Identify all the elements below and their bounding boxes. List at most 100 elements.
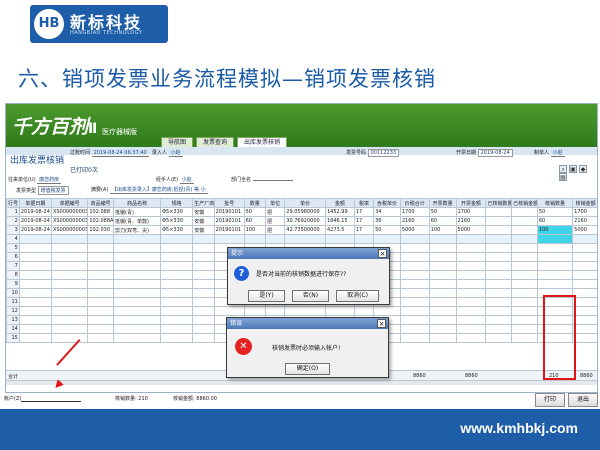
table-cell[interactable]: 60	[536, 216, 574, 226]
account-input[interactable]	[21, 397, 82, 402]
column-header[interactable]: 商品名称	[113, 198, 162, 208]
table-cell: 1846.15	[324, 216, 355, 226]
table-cell[interactable]	[428, 234, 457, 244]
table-cell	[572, 297, 597, 307]
invoice-type-select[interactable]: 增值税发票	[37, 186, 69, 195]
column-header[interactable]: 已核销数量	[485, 198, 513, 208]
column-header[interactable]: 单价	[284, 198, 326, 208]
table-cell	[50, 324, 89, 334]
tab-invoice-query[interactable]: 发票查询	[196, 137, 235, 147]
table-cell[interactable]	[192, 234, 215, 244]
column-header[interactable]: 价税合计	[399, 198, 430, 208]
print-button[interactable]: 打印	[535, 393, 565, 407]
exit-button[interactable]: 退出	[568, 393, 598, 407]
horizontal-scrollbar[interactable]	[6, 380, 597, 385]
yes-button[interactable]: 是(Y)	[248, 290, 285, 302]
table-cell[interactable]	[353, 234, 375, 244]
table-cell	[511, 243, 538, 253]
column-header[interactable]: 生产厂商	[192, 198, 215, 208]
table-cell[interactable]	[160, 234, 194, 244]
column-header[interactable]: 单据编号	[50, 198, 89, 208]
table-row[interactable]: 12	[6, 306, 597, 316]
column-header[interactable]: 核销金额	[572, 198, 597, 208]
table-cell[interactable]	[87, 234, 115, 244]
column-header[interactable]: 数量	[243, 198, 267, 208]
table-cell[interactable]	[243, 234, 267, 244]
table-cell[interactable]	[213, 234, 245, 244]
table-cell: 2019-08-24	[18, 216, 52, 226]
tab-invoice-writeoff[interactable]: 出库发票核销	[237, 137, 288, 147]
column-header[interactable]: 批号	[213, 198, 245, 208]
table-cell	[511, 315, 538, 325]
writeoff-qty-label: 核销数量:	[115, 396, 137, 402]
column-header[interactable]: 含税单价	[373, 198, 401, 208]
table-cell	[18, 270, 52, 280]
cancel-button[interactable]: 取消(C)	[336, 290, 379, 302]
entry-label: 录入人	[151, 150, 167, 156]
table-row[interactable]: 4	[6, 234, 597, 244]
table-cell	[572, 261, 597, 271]
app-subtitle: 医疗器械版	[102, 128, 137, 136]
table-row[interactable]: 3 2019-08-24 XS000000003 102.030 剪刀(双弯、尖) Φ5×…	[6, 225, 597, 235]
column-header[interactable]: 规格	[160, 198, 194, 208]
table-cell[interactable]	[113, 234, 162, 244]
column-header[interactable]: 核销数量	[536, 198, 574, 208]
table-cell[interactable]: 4	[6, 234, 20, 244]
invoice-date-input[interactable]: 2019-08-24	[477, 149, 513, 157]
summary-value[interactable]: 【出库发票录入】康恋药房,抵捏(青) 等.小	[109, 186, 208, 194]
table-cell	[50, 315, 89, 325]
table-cell[interactable]: 100	[536, 225, 574, 235]
table-cell[interactable]	[284, 234, 326, 244]
print-icon[interactable]: ▤	[559, 173, 567, 181]
column-header[interactable]: 单据日期	[18, 198, 52, 208]
column-header[interactable]: 开票金额	[455, 198, 487, 208]
table-cell[interactable]	[265, 234, 286, 244]
table-cell[interactable]	[18, 234, 52, 244]
error-message: 核销发票时必须输入帐户!	[272, 345, 341, 352]
column-header[interactable]: 行号	[6, 198, 20, 208]
tab-navigation[interactable]: 导航图	[161, 137, 194, 147]
table-cell	[572, 279, 597, 289]
table-cell: 剪刀(双弯、尖)	[113, 225, 162, 235]
image-icon[interactable]: ▣	[569, 165, 577, 173]
sum-label: 合计	[8, 374, 19, 380]
table-cell	[455, 252, 487, 262]
table-cell[interactable]	[455, 234, 487, 244]
close-icon[interactable]: ×	[378, 249, 387, 258]
table-cell[interactable]: 50	[536, 207, 574, 217]
table-cell[interactable]	[485, 234, 513, 244]
unit-value[interactable]: 康恋药房	[37, 176, 62, 184]
dept-value[interactable]	[252, 180, 293, 181]
lock-icon[interactable]: ◆	[579, 165, 587, 173]
column-header[interactable]: 开票数量	[428, 198, 457, 208]
table-row[interactable]: 2 2019-08-24 XS000000003 102.088A 抵镊(青、单鼓) Φ5…	[6, 216, 597, 226]
column-header[interactable]: 单位	[265, 198, 286, 208]
table-row[interactable]: 1 2019-08-24 XS000000003 102.088 抵镊(青) Φ5×330…	[6, 207, 597, 217]
table-cell	[399, 333, 430, 343]
search-icon[interactable]: ⌕	[559, 165, 567, 173]
table-cell: 7	[6, 261, 20, 271]
column-header[interactable]: 税率	[353, 198, 375, 208]
table-cell[interactable]	[399, 234, 430, 244]
close-icon[interactable]: ×	[377, 319, 386, 328]
confirm-dialog-title: 提示	[228, 248, 389, 259]
column-header[interactable]: 商品编号	[87, 198, 115, 208]
table-cell	[455, 333, 487, 343]
table-cell[interactable]	[572, 234, 597, 244]
invoice-no-input[interactable]: 00112233	[367, 149, 400, 157]
table-cell: 100	[428, 225, 457, 235]
table-cell[interactable]	[373, 234, 401, 244]
table-cell	[113, 252, 162, 262]
column-header[interactable]: 金额	[324, 198, 355, 208]
table-cell[interactable]	[324, 234, 355, 244]
table-cell[interactable]	[511, 234, 538, 244]
column-header[interactable]: 已核销金额	[511, 198, 538, 208]
table-cell	[511, 207, 538, 217]
ok-button[interactable]: 确定(O)	[285, 363, 330, 375]
table-cell	[399, 279, 430, 289]
table-cell	[87, 324, 115, 334]
no-button[interactable]: 否(N)	[292, 290, 329, 302]
table-cell[interactable]	[50, 234, 89, 244]
handler-value[interactable]: 小赵	[179, 176, 194, 184]
table-cell[interactable]	[536, 234, 574, 244]
